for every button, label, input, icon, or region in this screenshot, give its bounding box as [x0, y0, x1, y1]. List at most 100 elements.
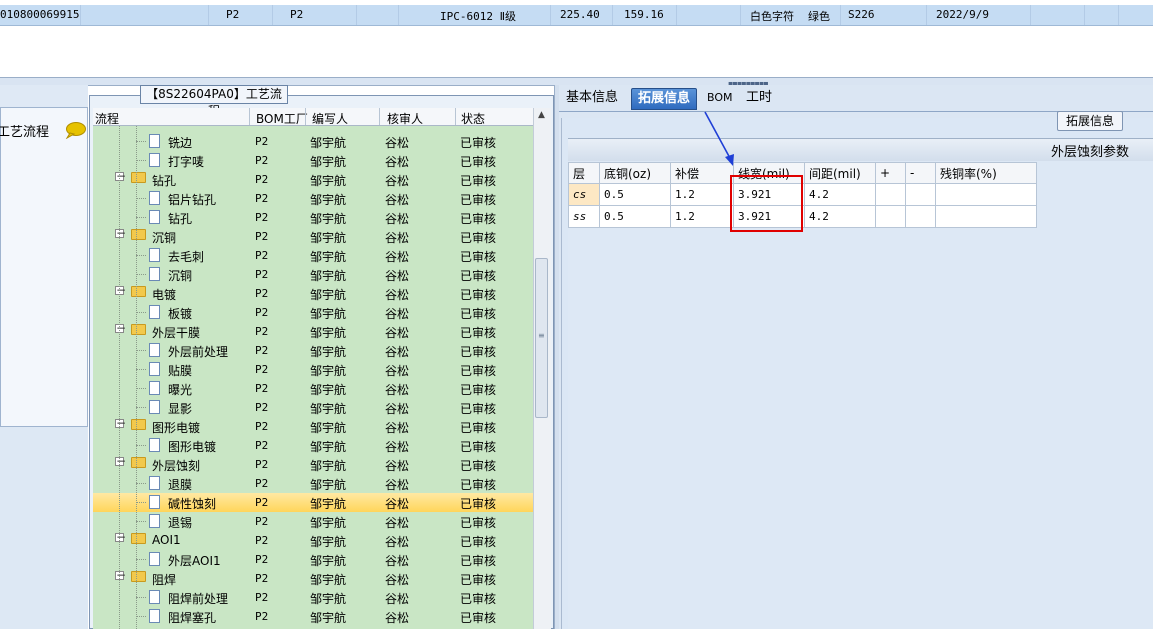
- order-grid-row[interactable]: 010800069915 P2 P2 IPC-6012 Ⅱ级 225.40 15…: [0, 5, 1153, 26]
- grid-col-plus[interactable]: +: [875, 162, 906, 184]
- grid-cell-base-copper[interactable]: 0.5: [599, 183, 671, 206]
- tree-row-step[interactable]: 图形电镀 P2 邹宇航 谷松 已审核: [93, 436, 533, 455]
- tree-row-group[interactable]: − 阻焊 P2 邹宇航 谷松 已审核: [93, 569, 533, 588]
- tree-row-group[interactable]: − 沉铜 P2 邹宇航 谷松 已审核: [93, 227, 533, 246]
- document-icon: [149, 552, 160, 566]
- grid-cell-residual[interactable]: [935, 205, 1037, 228]
- folder-icon: [131, 533, 146, 544]
- tree-row-factory: P2: [255, 610, 269, 623]
- tree-row-reviewer: 谷松: [385, 402, 410, 416]
- col-header-reviewer[interactable]: 核审人: [387, 110, 423, 127]
- scroll-up-arrow-icon[interactable]: ▲: [535, 110, 548, 123]
- tree-row-group[interactable]: − 图形电镀 P2 邹宇航 谷松 已审核: [93, 417, 533, 436]
- tree-row-step[interactable]: 碱性蚀刻 P2 邹宇航 谷松 已审核: [93, 493, 533, 512]
- tree-connector-line: [136, 126, 137, 629]
- tree-row-reviewer: 谷松: [385, 383, 410, 397]
- tree-row-writer: 邹宇航: [310, 573, 347, 587]
- grid-cell-plus[interactable]: [875, 183, 906, 206]
- tree-row-reviewer: 谷松: [385, 535, 410, 549]
- tree-row-step[interactable]: 去毛刺 P2 邹宇航 谷松 已审核: [93, 246, 533, 265]
- tree-row-group[interactable]: − 外层干膜 P2 邹宇航 谷松 已审核: [93, 322, 533, 341]
- tree-row-name: 退锡: [168, 516, 193, 530]
- order-col-b: P2: [290, 8, 304, 21]
- col-header-writer[interactable]: 编写人: [312, 110, 348, 127]
- tree-row-group[interactable]: − AOI1 P2 邹宇航 谷松 已审核: [93, 531, 533, 550]
- tree-row-group[interactable]: − 钻孔 P2 邹宇航 谷松 已审核: [93, 170, 533, 189]
- folder-icon: [131, 229, 146, 240]
- tree-row-factory: P2: [255, 344, 269, 357]
- tree-row-step[interactable]: 钻孔 P2 邹宇航 谷松 已审核: [93, 208, 533, 227]
- grid-col-residual[interactable]: 残铜率(%): [935, 162, 1037, 184]
- grid-cell-compensation[interactable]: 1.2: [670, 205, 734, 228]
- tree-row-step[interactable]: 阻焊塞孔 P2 邹宇航 谷松 已审核: [93, 607, 533, 626]
- document-icon: [149, 609, 160, 623]
- grid-cell-plus[interactable]: [875, 205, 906, 228]
- tree-row-step[interactable]: 外层AOI1 P2 邹宇航 谷松 已审核: [93, 550, 533, 569]
- grid-cell-layer[interactable]: cs: [568, 183, 600, 206]
- tree-row-step[interactable]: 退锡 P2 邹宇航 谷松 已审核: [93, 512, 533, 531]
- grid-cell-compensation[interactable]: 1.2: [670, 183, 734, 206]
- tree-row-step[interactable]: 板镀 P2 邹宇航 谷松 已审核: [93, 303, 533, 322]
- order-date: 2022/9/9: [936, 8, 989, 21]
- process-tree[interactable]: 铣边 P2 邹宇航 谷松 已审核 打字唛 P2 邹宇航 谷松 已审核 − 钻孔 P2 邹宇航 谷松 已审核 铝片…: [93, 126, 533, 629]
- tree-row-status: 已审核: [460, 155, 497, 169]
- tree-row-step[interactable]: 贴膜 P2 邹宇航 谷松 已审核: [93, 360, 533, 379]
- tree-row-status: 已审核: [460, 345, 497, 359]
- tree-row-writer: 邹宇航: [310, 193, 347, 207]
- tree-row-reviewer: 谷松: [385, 231, 410, 245]
- tree-row-name: 外层前处理: [168, 345, 229, 359]
- tree-row-name: 阻焊塞孔: [168, 611, 217, 625]
- char-color: 白色字符: [750, 10, 794, 23]
- tree-row-step[interactable]: 退膜 P2 邹宇航 谷松 已审核: [93, 474, 533, 493]
- tree-row-step[interactable]: 沉铜 P2 邹宇航 谷松 已审核: [93, 265, 533, 284]
- tab-bom[interactable]: BOM: [707, 88, 733, 110]
- tree-row-reviewer: 谷松: [385, 269, 410, 283]
- tree-row-reviewer: 谷松: [385, 497, 410, 511]
- left-nav-item-label[interactable]: 工艺流程: [0, 121, 49, 140]
- grid-col-minus[interactable]: -: [905, 162, 936, 184]
- left-nav-item-box[interactable]: [0, 107, 88, 427]
- tree-row-step[interactable]: 显影 P2 邹宇航 谷松 已审核: [93, 398, 533, 417]
- tree-row-group[interactable]: − 电镀 P2 邹宇航 谷松 已审核: [93, 284, 533, 303]
- tab-extended-info[interactable]: 拓展信息: [631, 88, 698, 110]
- board-length: 159.16: [624, 8, 664, 21]
- grid-cell-residual[interactable]: [935, 183, 1037, 206]
- folder-icon: [131, 419, 146, 430]
- tree-row-status: 已审核: [460, 231, 497, 245]
- grid-cell-layer[interactable]: ss: [568, 205, 600, 228]
- tree-row-name: 打字唛: [168, 155, 205, 169]
- tree-row-group[interactable]: − 外层蚀刻 P2 邹宇航 谷松 已审核: [93, 455, 533, 474]
- tree-row-factory: P2: [255, 173, 269, 186]
- tree-row-step[interactable]: 铣边 P2 邹宇航 谷松 已审核: [93, 132, 533, 151]
- grid-cell-spacing[interactable]: 4.2: [804, 183, 876, 206]
- tree-row-step[interactable]: 曝光 P2 邹宇航 谷松 已审核: [93, 379, 533, 398]
- grid-cell-minus[interactable]: [905, 205, 936, 228]
- tree-row-step[interactable]: 外层前处理 P2 邹宇航 谷松 已审核: [93, 341, 533, 360]
- extended-info-button[interactable]: 拓展信息: [1057, 111, 1123, 131]
- tree-row-step[interactable]: 阻焊前处理 P2 邹宇航 谷松 已审核: [93, 588, 533, 607]
- tab-work-hours[interactable]: 工时: [746, 88, 772, 110]
- tree-row-step[interactable]: 铝片钻孔 P2 邹宇航 谷松 已审核: [93, 189, 533, 208]
- tree-row-name: 铝片钻孔: [168, 193, 217, 207]
- grid-col-base-copper[interactable]: 底铜(oz): [599, 162, 671, 184]
- tree-row-reviewer: 谷松: [385, 554, 410, 568]
- col-header-bom-factory[interactable]: BOM工厂: [256, 110, 308, 127]
- col-header-status[interactable]: 状态: [461, 110, 485, 127]
- tree-row-status: 已审核: [460, 421, 497, 435]
- tree-row-status: 已审核: [460, 573, 497, 587]
- grid-col-spacing[interactable]: 间距(mil): [804, 162, 876, 184]
- tree-row-status: 已审核: [460, 307, 497, 321]
- tree-row-name: 显影: [168, 402, 193, 416]
- grid-cell-spacing[interactable]: 4.2: [804, 205, 876, 228]
- grid-cell-base-copper[interactable]: 0.5: [599, 205, 671, 228]
- grid-cell-minus[interactable]: [905, 183, 936, 206]
- col-header-flow[interactable]: 流程: [95, 110, 119, 127]
- document-icon: [149, 305, 160, 319]
- tree-row-step[interactable]: 打字唛 P2 邹宇航 谷松 已审核: [93, 151, 533, 170]
- tree-row-factory: P2: [255, 135, 269, 148]
- document-icon: [149, 381, 160, 395]
- tab-basic-info[interactable]: 基本信息: [566, 88, 618, 110]
- tree-row-writer: 邹宇航: [310, 155, 347, 169]
- tree-row-status: 已审核: [460, 212, 497, 226]
- grid-col-layer[interactable]: 层: [568, 162, 600, 184]
